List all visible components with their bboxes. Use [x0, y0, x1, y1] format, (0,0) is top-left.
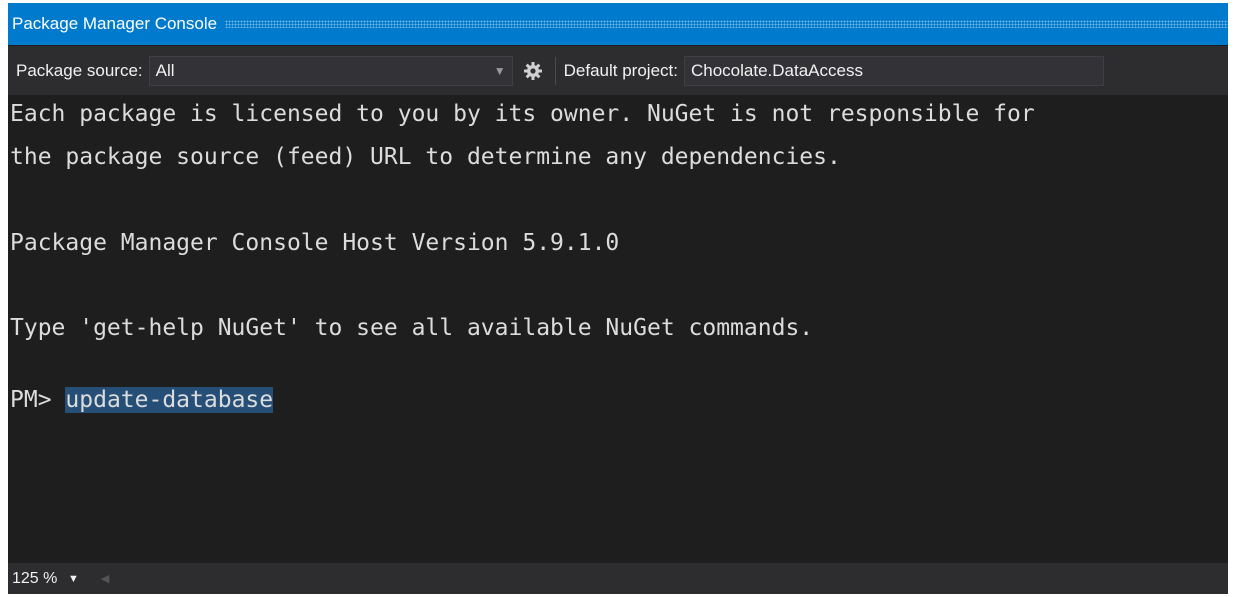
default-project-value: Chocolate.DataAccess	[690, 60, 863, 80]
default-project-label: Default project:	[563, 60, 678, 80]
status-bar: 125 % ▼ ◀	[8, 563, 1228, 594]
default-project-dropdown[interactable]: Chocolate.DataAccess	[683, 55, 1104, 86]
command-input[interactable]: update-database	[65, 387, 274, 413]
toolbar: Package source: All ▼ Default project: C…	[8, 46, 1228, 95]
zoom-level[interactable]: 125 %	[8, 570, 66, 588]
window-title: Package Manager Console	[12, 14, 218, 33]
console-line: the package source (feed) URL to determi…	[10, 144, 841, 170]
console-line: Package Manager Console Host Version 5.9…	[10, 230, 620, 256]
scroll-left-icon[interactable]: ◀	[101, 572, 109, 585]
package-source-value: All	[155, 60, 175, 80]
package-manager-console-window: Package Manager Console Package source: …	[8, 3, 1228, 594]
prompt: PM>	[10, 387, 52, 413]
package-source-label: Package source:	[16, 60, 143, 80]
title-grip[interactable]	[225, 20, 1228, 28]
toolbar-separator	[554, 56, 556, 85]
chevron-down-icon[interactable]: ▼	[68, 573, 79, 585]
title-bar[interactable]: Package Manager Console	[8, 3, 1228, 45]
prompt-line[interactable]: PM> update-database	[10, 385, 274, 415]
console-output[interactable]: Each package is licensed to you by its o…	[8, 95, 1228, 563]
console-line: Each package is licensed to you by its o…	[10, 101, 1035, 127]
package-source-dropdown[interactable]: All ▼	[148, 55, 513, 86]
gear-icon[interactable]	[517, 56, 549, 86]
chevron-down-icon[interactable]: ▼	[494, 64, 506, 78]
console-line: Type 'get-help NuGet' to see all availab…	[10, 315, 814, 341]
